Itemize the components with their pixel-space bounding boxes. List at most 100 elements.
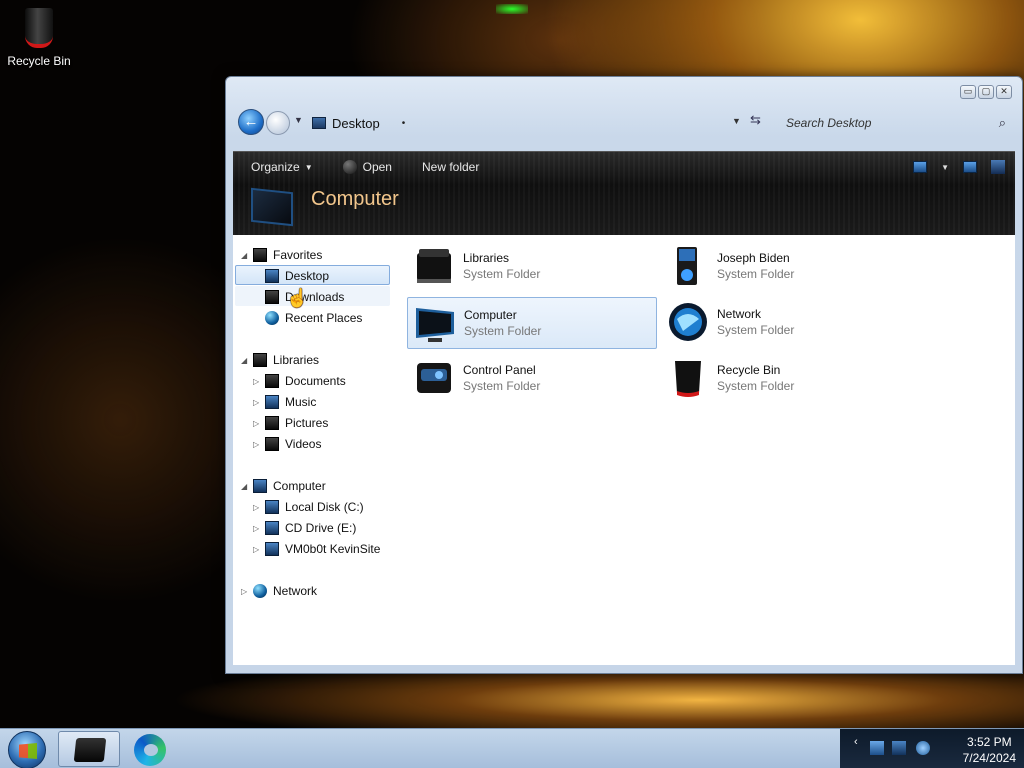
- back-button[interactable]: ←: [238, 109, 264, 135]
- tile-network[interactable]: Network System Folder: [661, 297, 911, 349]
- change-view-icon[interactable]: [913, 161, 928, 173]
- command-bar: Organize ▼ Open New folder ▼: [233, 152, 1015, 182]
- start-button[interactable]: [8, 731, 46, 768]
- item-type: System Folder: [717, 267, 795, 281]
- nav-item-pictures[interactable]: ▷ Pictures: [253, 413, 328, 433]
- nav-item-vm-share[interactable]: ▷ VM0b0t KevinSite: [253, 539, 380, 559]
- collapse-arrow-icon[interactable]: ▷: [253, 503, 265, 512]
- forward-button[interactable]: [266, 111, 290, 135]
- nav-label: Local Disk (C:): [285, 500, 364, 514]
- collapse-arrow-icon[interactable]: ▷: [253, 377, 265, 386]
- computer-icon: [416, 308, 454, 342]
- nav-label: Libraries: [273, 353, 320, 367]
- new-folder-button[interactable]: New folder: [422, 160, 479, 174]
- nav-item-local-disk[interactable]: ▷ Local Disk (C:): [253, 497, 364, 517]
- organize-button[interactable]: Organize ▼: [251, 160, 313, 174]
- mouse-cursor-icon: ☝: [286, 288, 309, 308]
- collapse-arrow-icon[interactable]: ▷: [253, 524, 265, 533]
- nav-item-videos[interactable]: ▷ Videos: [253, 434, 321, 454]
- item-name: Computer: [464, 308, 517, 322]
- nav-item-desktop[interactable]: Desktop: [265, 266, 329, 286]
- view-dropdown-icon[interactable]: ▼: [941, 163, 949, 172]
- clock-date: 7/24/2024: [962, 751, 1016, 765]
- address-path[interactable]: Desktop: [332, 116, 380, 131]
- collapse-arrow-icon[interactable]: ▷: [253, 419, 265, 428]
- expand-arrow-icon[interactable]: ◢: [241, 482, 253, 491]
- wallpaper-glow: [496, 4, 528, 14]
- tile-joseph-biden[interactable]: Joseph Biden System Folder: [661, 241, 911, 293]
- taskbar-explorer-button[interactable]: [58, 731, 120, 767]
- show-hidden-icons-button[interactable]: ‹: [854, 736, 858, 748]
- search-box: ⌕: [778, 111, 1012, 135]
- collapse-arrow-icon[interactable]: ▷: [241, 587, 253, 596]
- help-icon[interactable]: [991, 160, 1005, 174]
- item-type: System Folder: [463, 379, 541, 393]
- nav-label: Network: [273, 584, 318, 598]
- desktop-folder-icon: [312, 117, 326, 129]
- nav-item-network[interactable]: ▷ Network: [241, 581, 317, 601]
- recycle-bin-icon: [25, 8, 53, 48]
- nav-item-recent-places[interactable]: Recent Places: [265, 308, 362, 328]
- tile-libraries[interactable]: Libraries System Folder: [407, 241, 657, 293]
- nav-item-favorites[interactable]: ◢ Favorites: [241, 245, 322, 265]
- desktop-icon-recycle-bin[interactable]: Recycle Bin: [6, 8, 72, 68]
- address-bar[interactable]: Desktop •: [308, 111, 768, 135]
- collapse-arrow-icon[interactable]: ▷: [253, 398, 265, 407]
- recycle-bin-icon: [675, 361, 701, 397]
- cd-drive-icon: [265, 521, 279, 535]
- nav-label: CD Drive (E:): [285, 521, 357, 535]
- refresh-icon[interactable]: ⇆: [750, 112, 761, 128]
- nav-label: Desktop: [285, 269, 330, 283]
- nav-label: Computer: [273, 479, 326, 493]
- address-dropdown-button[interactable]: ▼: [732, 116, 741, 126]
- expand-arrow-icon[interactable]: ◢: [241, 356, 253, 365]
- search-input[interactable]: [786, 116, 986, 130]
- nav-item-documents[interactable]: ▷ Documents: [253, 371, 346, 391]
- item-name: Control Panel: [463, 363, 536, 377]
- minimize-button[interactable]: ▭: [960, 85, 976, 99]
- item-type: System Folder: [717, 379, 795, 393]
- videos-icon: [265, 437, 279, 451]
- nav-item-libraries[interactable]: ◢ Libraries: [241, 350, 319, 370]
- nav-item-cd-drive[interactable]: ▷ CD Drive (E:): [253, 518, 356, 538]
- collapse-arrow-icon[interactable]: ▷: [253, 545, 265, 554]
- network-tray-icon[interactable]: [892, 741, 906, 755]
- control-panel-icon: [417, 363, 451, 393]
- breadcrumb-separator-icon[interactable]: •: [402, 118, 406, 129]
- volume-icon[interactable]: [916, 741, 930, 755]
- clock[interactable]: 3:52 PM 7/24/2024: [963, 734, 1016, 766]
- caption-buttons: ▭ ▢ ✕: [960, 85, 1012, 99]
- close-button[interactable]: ✕: [996, 85, 1012, 99]
- nav-label: Music: [285, 395, 317, 409]
- network-drive-icon: [265, 542, 279, 556]
- tile-recycle-bin[interactable]: Recycle Bin System Folder: [661, 353, 911, 405]
- nav-label: Documents: [285, 374, 346, 388]
- item-type: System Folder: [717, 323, 795, 337]
- desktop-icon: [265, 269, 279, 283]
- search-icon[interactable]: ⌕: [999, 115, 1006, 131]
- taskbar: ‹ 3:52 PM 7/24/2024: [0, 728, 1024, 768]
- recent-places-icon: [265, 311, 279, 325]
- network-icon: [669, 303, 707, 341]
- maximize-button[interactable]: ▢: [978, 85, 994, 99]
- chevron-down-icon: ▼: [304, 162, 313, 172]
- explorer-icon: [73, 738, 107, 762]
- item-type: System Folder: [463, 267, 541, 281]
- item-name: Network: [717, 307, 762, 321]
- expand-arrow-icon[interactable]: ◢: [241, 251, 253, 260]
- libraries-icon: [253, 353, 267, 367]
- address-row: ← ▼ Desktop • ▼ ⇆ ⌕: [236, 107, 1012, 137]
- item-name: Libraries: [463, 251, 510, 265]
- recent-pages-dropdown[interactable]: ▼: [294, 115, 303, 125]
- taskbar-edge-button[interactable]: [134, 734, 166, 766]
- preview-pane-icon[interactable]: [963, 161, 977, 173]
- tile-computer[interactable]: Computer System Folder: [407, 297, 657, 349]
- collapse-arrow-icon[interactable]: ▷: [253, 440, 265, 449]
- tile-control-panel[interactable]: Control Panel System Folder: [407, 353, 657, 405]
- folder-header-title: Computer: [311, 188, 399, 210]
- open-button[interactable]: Open: [342, 160, 392, 174]
- new-folder-label: New folder: [421, 160, 480, 174]
- nav-item-music[interactable]: ▷ Music: [253, 392, 316, 412]
- nav-item-computer[interactable]: ◢ Computer: [241, 476, 326, 496]
- action-center-icon[interactable]: [870, 741, 884, 755]
